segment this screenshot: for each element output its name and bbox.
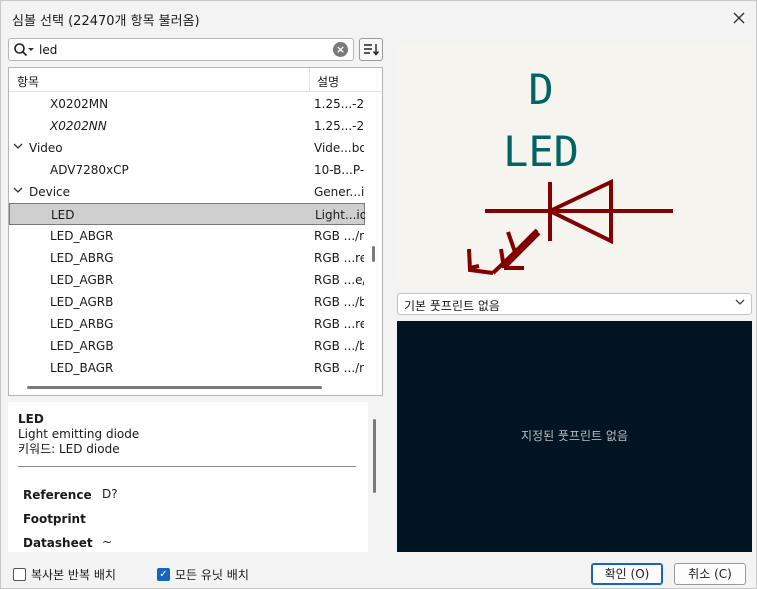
footprint-select-value: 기본 풋프린트 없음 [404,299,500,313]
field-value-reference: D? [102,487,118,501]
tree-row-description: 10-B...P-3 [314,163,364,177]
checkbox-box[interactable]: ✓ [157,567,170,581]
repeat-place-checkbox[interactable]: 복사본 반복 배치 [13,566,116,582]
field-label-datasheet: Datasheet [23,536,93,550]
chevron-down-icon[interactable] [13,140,25,154]
tree-row-name: ADV7280xCP [50,163,129,177]
details-description: Light emitting diode [18,427,140,441]
field-label-reference: Reference [23,488,92,502]
search-box[interactable]: × [8,38,354,61]
footprint-preview: 지정된 풋프린트 없음 [397,321,752,552]
column-separator[interactable] [309,68,310,92]
tree-row-description: Vide...bol [314,141,364,155]
search-icon[interactable] [13,42,35,58]
details-divider [18,466,356,467]
close-icon[interactable] [726,5,752,31]
tree-row-name: LED_AGBR [50,273,114,287]
column-header-description[interactable]: 설명 [317,73,339,90]
tree-row-name: Device [29,185,71,199]
chevron-down-icon[interactable] [735,297,745,310]
tree-row-name: LED_ARGB [50,339,114,353]
tree-symbol-row[interactable]: LED_AGRB RGB .../bl [9,291,365,313]
tree-symbol-row[interactable]: LED_ARGB RGB .../bl [9,335,365,357]
tree-category-row[interactable]: Video Vide...bol [9,137,365,159]
clear-search-icon[interactable]: × [333,42,348,57]
symbol-reference-text: D [528,65,553,114]
title-bar: 심볼 선택 (22470개 항목 불러옴) [1,1,756,35]
cancel-button[interactable]: 취소 (C) [674,563,746,585]
tree-symbol-row[interactable]: ADV7280xCP 10-B...P-3 [9,159,365,181]
tree-row-name: X0202NN [50,119,107,133]
tree-row-name: LED [51,208,75,222]
symbol-chooser-dialog: 심볼 선택 (22470개 항목 불러옴) × 항목 설명 X0202MN1.2 [0,0,757,589]
symbol-tree[interactable]: 항목 설명 X0202MN 1.25...-22 X0202NN 1.25...-22… [8,67,383,396]
symbol-value-text: LED [503,127,579,176]
ok-button[interactable]: 확인 (O) [591,563,663,585]
tree-row-description: RGB ...e/r [314,273,364,287]
tree-row-description: RGB .../re [314,361,364,375]
tree-symbol-row[interactable]: LED_ABRG RGB ...ree [9,247,365,269]
tree-row-name: LED_ABGR [50,229,114,243]
place-all-units-checkbox[interactable]: ✓ 모든 유닛 배치 [157,566,249,582]
tree-row-description: 1.25...-22 [314,119,364,133]
tree-symbol-row[interactable]: LED_AGBR RGB ...e/r [9,269,365,291]
tree-row-description: RGB .../bl [314,295,364,309]
tree-row-name: X0202MN [50,97,109,111]
footprint-select[interactable]: 기본 풋프린트 없음 [397,293,752,315]
column-header-name[interactable]: 항목 [17,73,39,90]
footprint-empty-message: 지정된 풋프린트 없음 [521,429,628,443]
checkbox-box[interactable] [13,567,26,581]
tree-category-row[interactable]: Device Gener...ic [9,181,365,203]
tree-vertical-scrollbar[interactable] [372,246,375,262]
tree-row-name: Video [29,141,63,155]
tree-symbol-row[interactable]: LED Light...iod [9,203,365,225]
symbol-details-panel: LED Light emitting diode 키워드: LED diode … [8,402,368,552]
tree-symbol-row[interactable]: LED_ABGR RGB .../re [9,225,365,247]
repeat-place-label: 복사본 반복 배치 [31,567,116,582]
window-title: 심볼 선택 (22470개 항목 불러옴) [12,14,200,29]
tree-symbol-row[interactable]: X0202MN 1.25...-22 [9,93,365,115]
tree-row-name: LED_ABRG [50,251,114,265]
chevron-down-icon[interactable] [13,184,25,198]
details-symbol-name: LED [18,412,44,426]
details-scrollbar[interactable] [373,419,376,493]
tree-row-description: RGB .../bl [314,339,364,353]
tree-header: 항목 설명 [9,68,382,92]
tree-row-description: Light...iod [315,208,365,222]
field-value-datasheet: ~ [102,535,113,549]
tree-row-description: RGB ...ree [314,251,364,265]
sort-button[interactable] [359,38,383,61]
place-all-units-label: 모든 유닛 배치 [175,567,249,582]
details-keywords: 키워드: LED diode [18,442,120,456]
tree-symbol-row[interactable]: LED_ARBG RGB ...ree [9,313,365,335]
tree-row-description: Gener...ic [314,185,364,199]
tree-row-description: 1.25...-22 [314,97,364,111]
tree-row-name: LED_AGRB [50,295,114,309]
symbol-preview: D LED [397,44,752,287]
tree-row-description: RGB ...ree [314,317,364,331]
search-input[interactable] [39,41,329,58]
field-label-footprint: Footprint [23,512,86,526]
tree-row-name: LED_BAGR [50,361,114,375]
tree-symbol-row[interactable]: X0202NN 1.25...-22 [9,115,365,137]
tree-row-name: LED_ARBG [50,317,114,331]
tree-horizontal-scrollbar[interactable] [27,386,322,389]
tree-row-description: RGB .../re [314,229,364,243]
led-symbol-graphic [467,178,673,275]
tree-symbol-row[interactable]: LED_BAGR RGB .../re [9,357,365,379]
